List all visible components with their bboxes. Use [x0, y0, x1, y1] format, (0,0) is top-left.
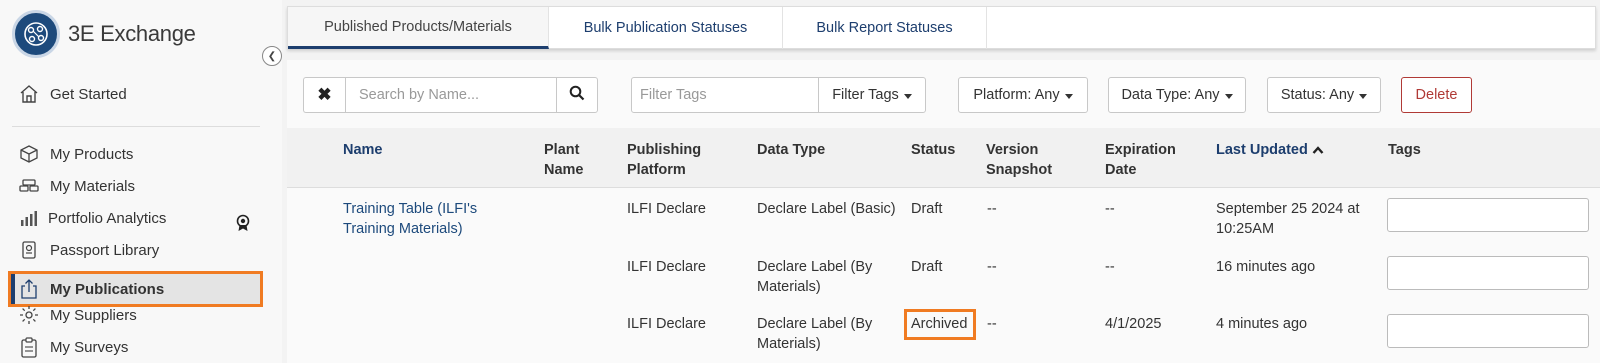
close-icon: ✖: [317, 85, 332, 104]
sidebar-item-label: My Surveys: [50, 338, 129, 356]
gear-icon: [18, 304, 40, 326]
table-header: Name Plant Name Publishing Platform Data T…: [287, 128, 1600, 188]
sidebar-divider: [12, 126, 260, 127]
sidebar: 3E Exchange ❮ Get Started My Products My…: [0, 0, 282, 363]
column-header-expiration-date: Expiration Date: [1105, 142, 1176, 178]
filter-tags-dropdown[interactable]: Filter Tags: [818, 77, 926, 113]
status-cell: Draft: [911, 201, 943, 217]
search-button[interactable]: [556, 77, 598, 113]
version-snapshot-cell: --: [987, 259, 997, 275]
column-header-publishing-platform: Publishing Platform: [627, 142, 702, 178]
expiration-date-cell: --: [1105, 201, 1115, 217]
status-filter-dropdown[interactable]: Status: Any: [1267, 77, 1381, 113]
tags-input[interactable]: [1387, 256, 1589, 290]
tags-input[interactable]: [1387, 314, 1589, 348]
sidebar-item-label: My Publications: [50, 280, 165, 298]
materials-icon: [18, 175, 40, 197]
sidebar-item-label: Get Started: [50, 85, 127, 103]
data-type-filter-label: Data Type: Any: [1121, 87, 1220, 103]
product-name-link[interactable]: Training Table (ILFI's Training Materials…: [343, 199, 477, 239]
collapse-sidebar-button[interactable]: ❮: [262, 46, 282, 66]
version-snapshot-cell: --: [987, 201, 997, 217]
bar-chart-icon: [18, 207, 40, 229]
sidebar-item-my-suppliers[interactable]: My Suppliers: [18, 299, 258, 331]
column-header-name[interactable]: Name: [343, 140, 383, 160]
delete-button[interactable]: Delete: [1401, 77, 1472, 113]
status-cell: Archived: [911, 316, 968, 332]
sidebar-item-my-materials[interactable]: My Materials: [18, 170, 258, 202]
last-updated-cell: 4 minutes ago: [1216, 316, 1308, 332]
box-icon: [18, 143, 40, 165]
platform-filter-label: Platform: Any: [973, 87, 1060, 103]
last-updated-cell: September 25 2024 at 10:25AM: [1216, 201, 1360, 237]
data-type-cell: Declare Label (By Materials): [757, 259, 873, 295]
upload-icon: [18, 278, 40, 300]
clear-search-button[interactable]: ✖: [303, 77, 345, 113]
clipboard-icon: [18, 336, 40, 358]
caret-down-icon: [1064, 93, 1073, 99]
column-header-version-snapshot: Version Snapshot: [986, 142, 1053, 178]
column-header-plant-name: Plant Name: [544, 142, 584, 178]
active-item-indicator: [11, 274, 15, 304]
publishing-platform-cell: ILFI Declare: [627, 201, 706, 217]
sidebar-item-get-started[interactable]: Get Started: [18, 78, 258, 110]
sidebar-item-label: My Products: [50, 145, 134, 163]
tab-bulk-publication-statuses[interactable]: Bulk Publication Statuses: [549, 7, 783, 49]
column-header-tags: Tags: [1388, 142, 1421, 158]
tab-bar: Published Products/Materials Bulk Public…: [287, 6, 1596, 49]
tab-published-products-materials[interactable]: Published Products/Materials: [288, 7, 549, 49]
data-type-cell: Declare Label (Basic): [757, 201, 896, 217]
publishing-platform-cell: ILFI Declare: [627, 316, 706, 332]
status-cell: Draft: [911, 259, 943, 275]
sidebar-item-label: My Suppliers: [50, 306, 137, 324]
search-input[interactable]: [345, 77, 557, 113]
version-snapshot-cell: --: [987, 316, 997, 332]
passport-icon: [18, 239, 40, 261]
expiration-date-cell: 4/1/2025: [1105, 316, 1162, 332]
data-type-cell: Declare Label (By Materials): [757, 316, 873, 352]
sidebar-item-portfolio-analytics[interactable]: Portfolio Analytics: [18, 202, 258, 234]
tab-bulk-report-statuses[interactable]: Bulk Report Statuses: [783, 7, 987, 49]
status-filter-label: Status: Any: [1280, 87, 1355, 103]
search-icon: [569, 85, 585, 106]
caret-down-icon: [1224, 93, 1233, 99]
brand[interactable]: 3E Exchange: [12, 10, 196, 58]
sidebar-item-label: Passport Library: [50, 241, 160, 259]
column-header-status: Status: [911, 142, 956, 158]
last-updated-cell: 16 minutes ago: [1216, 259, 1316, 275]
column-header-last-updated[interactable]: Last Updated: [1216, 140, 1324, 160]
chevron-left-icon: ❮: [267, 50, 277, 62]
logo-icon: [12, 10, 60, 58]
platform-filter-dropdown[interactable]: Platform: Any: [958, 77, 1088, 113]
sort-ascending-icon: [1312, 142, 1324, 158]
sidebar-item-passport-library[interactable]: Passport Library: [18, 234, 258, 266]
sidebar-item-my-products[interactable]: My Products: [18, 138, 258, 170]
sidebar-item-label: My Materials: [50, 177, 136, 195]
data-type-filter-dropdown[interactable]: Data Type: Any: [1108, 77, 1246, 113]
tags-input[interactable]: [1387, 198, 1589, 232]
sidebar-item-my-surveys[interactable]: My Surveys: [18, 331, 258, 363]
column-header-data-type: Data Type: [757, 142, 826, 158]
caret-down-icon: [1359, 93, 1368, 99]
expiration-date-cell: --: [1105, 259, 1115, 275]
home-icon: [18, 83, 40, 105]
filter-tags-input[interactable]: [631, 77, 819, 113]
app-name: 3E Exchange: [68, 21, 196, 46]
publishing-platform-cell: ILFI Declare: [627, 259, 706, 275]
filter-tags-label: Filter Tags: [832, 87, 899, 103]
sidebar-item-label: Portfolio Analytics: [48, 209, 167, 227]
caret-down-icon: [903, 93, 912, 99]
